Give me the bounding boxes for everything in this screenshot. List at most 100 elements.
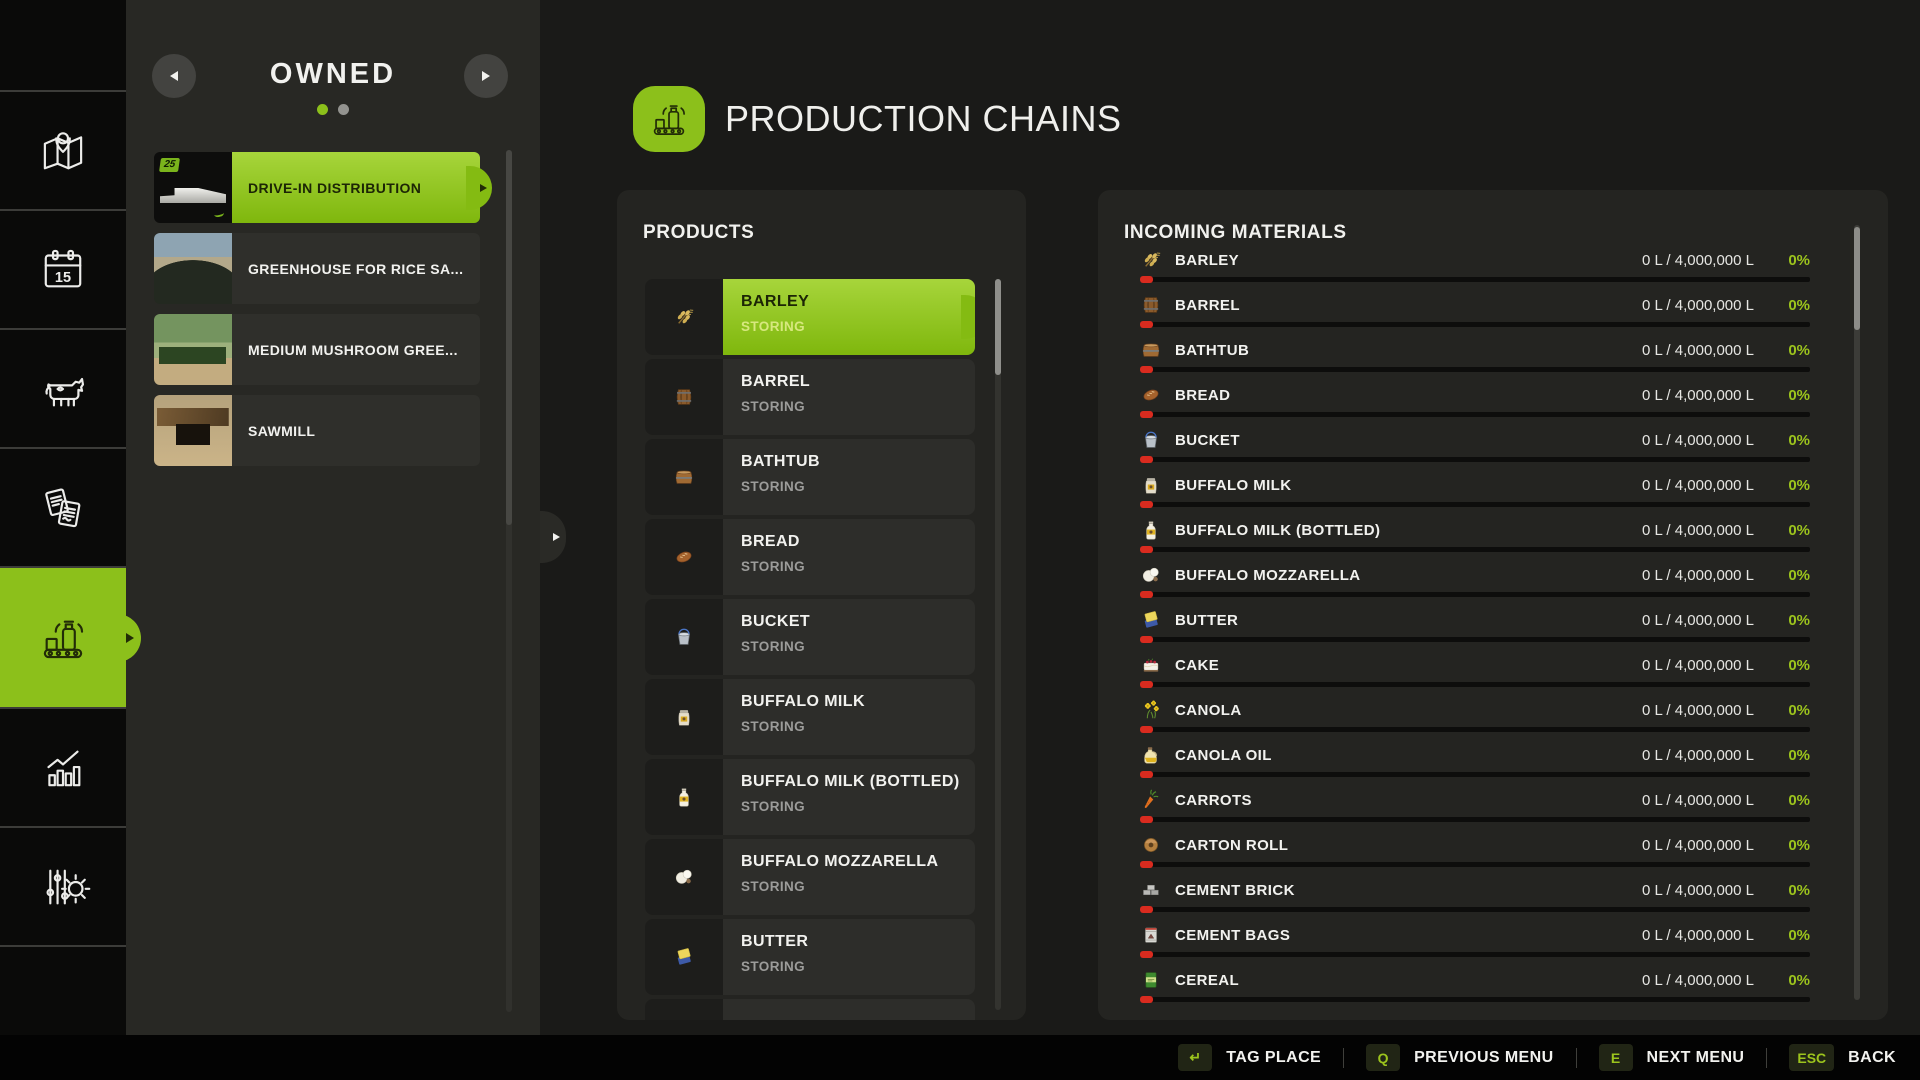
material-fill-bar	[1140, 366, 1810, 373]
material-name: CANOLA OIL	[1175, 746, 1272, 764]
material-fill-indicator	[1140, 861, 1153, 868]
sidebar-item-production-chains[interactable]	[0, 568, 141, 707]
page-dot-1[interactable]	[317, 104, 328, 115]
page-dots	[126, 104, 540, 115]
material-line: CEMENT BRICK 0 L / 4,000,000 L 0%	[1140, 874, 1810, 906]
bread-icon	[673, 532, 695, 582]
product-list-item[interactable]: BUFFALO MILK STORING	[645, 679, 975, 755]
building-silhouette	[160, 188, 226, 203]
product-list-item[interactable]: BUFFALO MILK (BOTTLED) STORING	[645, 759, 975, 835]
products-scrollbar[interactable]	[995, 279, 1001, 1010]
sidebar-item-statistics[interactable]	[0, 709, 126, 826]
sidebar-item-contracts[interactable]	[0, 449, 126, 566]
owned-next-page-button[interactable]	[464, 54, 508, 98]
material-fill-bar	[1140, 681, 1810, 688]
product-status: STORING	[741, 479, 806, 494]
material-percent: 0%	[1788, 701, 1810, 719]
carton-roll-icon	[1140, 834, 1162, 856]
material-line: CARTON ROLL 0 L / 4,000,000 L 0%	[1140, 829, 1810, 861]
product-list-item[interactable]: BARREL STORING	[645, 359, 975, 435]
material-line: BUFFALO MILK 0 L / 4,000,000 L 0%	[1140, 469, 1810, 501]
material-percent: 0%	[1788, 971, 1810, 989]
owned-scrollbar[interactable]	[506, 150, 512, 1012]
sidebar-spacer	[0, 0, 126, 90]
production-chains-icon	[633, 86, 705, 152]
product-list-item[interactable]: BATHTUB STORING	[645, 439, 975, 515]
material-percent: 0%	[1788, 251, 1810, 269]
material-line: CARROTS 0 L / 4,000,000 L 0%	[1140, 784, 1810, 816]
barley-icon	[1140, 249, 1162, 271]
material-row: CANOLA 0 L / 4,000,000 L 0%	[1140, 694, 1810, 739]
owned-collapse-handle[interactable]	[540, 511, 566, 563]
material-percent: 0%	[1788, 791, 1810, 809]
material-fill-indicator	[1140, 681, 1153, 688]
products-scrollbar-thumb[interactable]	[995, 279, 1001, 375]
buffalo-milk-bottled-icon	[1140, 519, 1162, 541]
product-status: STORING	[741, 959, 806, 974]
material-row: BATHTUB 0 L / 4,000,000 L 0%	[1140, 334, 1810, 379]
product-icon-tile	[645, 759, 723, 835]
building-thumbnail-mushroom	[154, 314, 232, 385]
product-list-item[interactable]: BUTTER STORING	[645, 919, 975, 995]
material-fill-bar	[1140, 321, 1810, 328]
hint-next-menu[interactable]: E NEXT MENU	[1598, 1044, 1745, 1071]
product-label-area: BUFFALO MILK (BOTTLED) STORING	[723, 759, 975, 835]
building-list-item[interactable]: SAWMILL	[154, 395, 480, 466]
product-list-item[interactable]: BARLEY STORING	[645, 279, 975, 355]
cement-brick-icon	[1140, 879, 1162, 901]
product-list-item[interactable]: BUFFALO MOZZARELLA STORING	[645, 839, 975, 915]
cow-icon	[34, 360, 92, 418]
owned-scrollbar-thumb[interactable]	[506, 150, 512, 525]
building-list-item[interactable]: MEDIUM MUSHROOM GREE...	[154, 314, 480, 385]
sidebar-item-calendar[interactable]: 15	[0, 211, 126, 328]
mod-badge: 25	[159, 158, 181, 172]
product-status: STORING	[741, 399, 806, 414]
material-name: CEMENT BRICK	[1175, 881, 1295, 899]
material-amount: 0 L / 4,000,000 L	[1641, 386, 1754, 404]
material-name: BUFFALO MILK	[1175, 476, 1292, 494]
contracts-icon	[34, 479, 92, 537]
building-list-item[interactable]: GREENHOUSE FOR RICE SA...	[154, 233, 480, 304]
hint-previous-menu[interactable]: Q PREVIOUS MENU	[1366, 1044, 1553, 1071]
material-row: BUTTER 0 L / 4,000,000 L 0%	[1140, 604, 1810, 649]
material-line: CANOLA OIL 0 L / 4,000,000 L 0%	[1140, 739, 1810, 771]
material-name: CEREAL	[1175, 971, 1240, 989]
incoming-scrollbar[interactable]	[1854, 225, 1860, 1000]
material-percent: 0%	[1788, 431, 1810, 449]
material-fill-bar	[1140, 816, 1810, 823]
page-title: PRODUCTION CHAINS	[725, 98, 1122, 139]
cereal-icon	[1140, 969, 1162, 991]
material-amount: 0 L / 4,000,000 L	[1641, 251, 1754, 269]
product-label-area: BUFFALO MOZZARELLA STORING	[723, 839, 975, 915]
page-dot-2[interactable]	[338, 104, 349, 115]
hint-back[interactable]: ESC BACK	[1789, 1044, 1896, 1071]
material-fill-indicator	[1140, 321, 1153, 328]
product-label-area: BARREL STORING	[723, 359, 975, 435]
material-amount: 0 L / 4,000,000 L	[1641, 296, 1754, 314]
hint-tag-place[interactable]: ↵ TAG PLACE	[1178, 1044, 1321, 1071]
material-amount: 0 L / 4,000,000 L	[1641, 341, 1754, 359]
product-name: BUFFALO MILK	[741, 693, 865, 710]
material-fill-indicator	[1140, 456, 1153, 463]
butter-icon	[1140, 609, 1162, 631]
product-list-item-partial[interactable]	[645, 999, 975, 1020]
selected-item-bump	[961, 295, 975, 339]
material-amount: 0 L / 4,000,000 L	[1641, 791, 1754, 809]
material-amount: 0 L / 4,000,000 L	[1641, 431, 1754, 449]
product-list-item[interactable]: BREAD STORING	[645, 519, 975, 595]
brand-mark	[213, 210, 225, 218]
key-hints-bar: ↵ TAG PLACE Q PREVIOUS MENU E NEXT MENU ESC BAC…	[0, 1035, 1920, 1080]
material-row: BUFFALO MOZZARELLA 0 L / 4,000,000 L 0%	[1140, 559, 1810, 604]
material-row: BUCKET 0 L / 4,000,000 L 0%	[1140, 424, 1810, 469]
building-list-item[interactable]: 25 DRIVE-IN DISTRIBUTION	[154, 152, 492, 223]
sidebar-item-settings[interactable]	[0, 828, 126, 945]
sidebar-item-animals[interactable]	[0, 330, 126, 447]
incoming-scrollbar-thumb[interactable]	[1854, 227, 1860, 330]
product-name: BUCKET	[741, 613, 811, 630]
material-fill-indicator	[1140, 726, 1153, 733]
material-line: BATHTUB 0 L / 4,000,000 L 0%	[1140, 334, 1810, 366]
product-list-item[interactable]: BUCKET STORING	[645, 599, 975, 675]
production-chains-screen: 15 OWNED 25 DRIVE-IN DISTRIBUTION GREENHOU…	[0, 0, 1920, 1080]
sidebar-item-map[interactable]	[0, 92, 126, 209]
product-icon-tile	[645, 279, 723, 355]
